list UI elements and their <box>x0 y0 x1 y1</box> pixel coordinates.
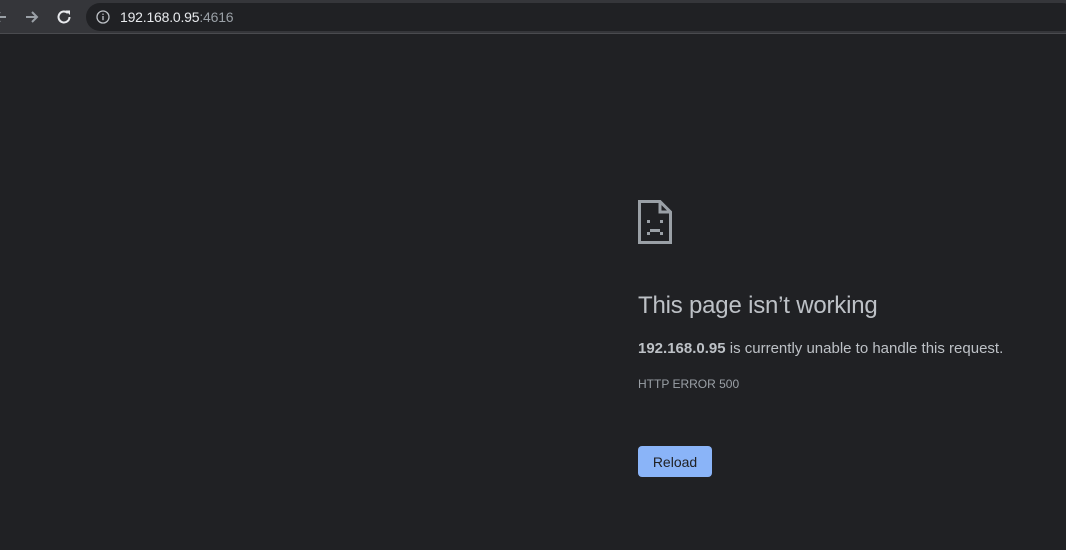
error-host: 192.168.0.95 <box>638 340 726 357</box>
browser-toolbar: 192.168.0.95:4616 <box>0 0 1066 34</box>
url-port: :4616 <box>199 9 234 25</box>
arrow-right-icon <box>26 11 39 23</box>
url-text[interactable]: 192.168.0.95:4616 <box>120 9 234 25</box>
url-host: 192.168.0.95 <box>120 9 200 25</box>
address-bar[interactable]: 192.168.0.95:4616 <box>86 3 1066 31</box>
info-icon[interactable] <box>96 10 110 24</box>
error-heading: This page isn’t working <box>638 292 878 319</box>
reload-nav-button[interactable] <box>52 5 76 29</box>
forward-button[interactable] <box>20 5 44 29</box>
reload-icon <box>57 10 71 24</box>
reload-button[interactable]: Reload <box>638 446 712 477</box>
back-button[interactable] <box>0 5 12 29</box>
sad-page-icon <box>638 200 672 244</box>
error-summary: 192.168.0.95 is currently unable to hand… <box>638 340 1003 357</box>
arrow-left-icon <box>0 12 6 22</box>
error-message: is currently unable to handle this reque… <box>725 340 1004 357</box>
error-code: HTTP ERROR 500 <box>638 377 740 391</box>
